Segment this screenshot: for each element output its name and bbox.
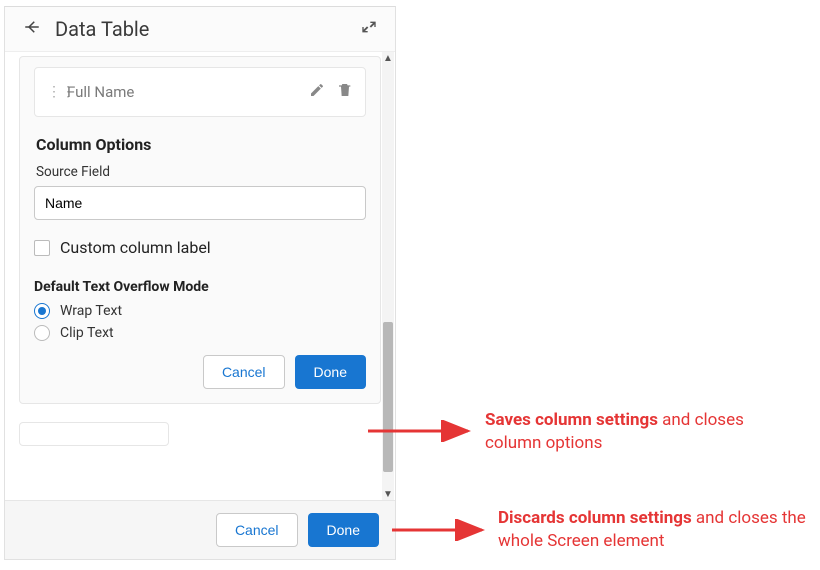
delete-icon[interactable]	[337, 82, 353, 102]
scroll-up-icon[interactable]: ▲	[382, 52, 394, 64]
panel-title: Data Table	[55, 17, 347, 41]
radio-clip[interactable]	[34, 325, 50, 341]
scrollbar-thumb[interactable]	[383, 322, 393, 472]
arrow-icon	[392, 519, 492, 541]
next-card-stub	[19, 422, 169, 446]
panel-done-button[interactable]: Done	[308, 513, 379, 547]
source-field-label: Source Field	[36, 164, 366, 180]
panel-scroll-area: ⋮⋮ Full Name Column Options Source Field	[5, 51, 395, 500]
radio-clip-label: Clip Text	[60, 325, 114, 341]
annotation-bottom: Discards column settings and closes the …	[498, 507, 818, 553]
column-options-heading: Column Options	[36, 135, 366, 154]
properties-panel: Data Table ⋮⋮ Full Name	[4, 6, 396, 560]
arrow-icon	[368, 420, 478, 442]
panel-header: Data Table	[5, 7, 395, 51]
radio-clip-row[interactable]: Clip Text	[34, 325, 366, 341]
panel-cancel-button[interactable]: Cancel	[216, 513, 298, 547]
custom-label-checkbox-label: Custom column label	[60, 238, 211, 257]
radio-wrap-row[interactable]: Wrap Text	[34, 303, 366, 319]
custom-label-checkbox[interactable]	[34, 240, 50, 256]
back-arrow-icon[interactable]	[23, 18, 41, 40]
column-done-button[interactable]: Done	[295, 355, 366, 389]
column-chip-title: Full Name	[67, 83, 299, 101]
drag-handle-icon[interactable]: ⋮⋮	[47, 85, 57, 99]
overflow-heading: Default Text Overflow Mode	[34, 279, 366, 295]
panel-footer: Cancel Done	[5, 500, 395, 559]
column-chip[interactable]: ⋮⋮ Full Name	[34, 67, 366, 117]
expand-icon[interactable]	[361, 19, 377, 39]
column-card: ⋮⋮ Full Name Column Options Source Field	[19, 56, 381, 404]
radio-wrap[interactable]	[34, 303, 50, 319]
radio-wrap-label: Wrap Text	[60, 303, 122, 319]
scroll-down-icon[interactable]: ▼	[382, 488, 394, 500]
edit-icon[interactable]	[309, 82, 325, 102]
column-cancel-button[interactable]: Cancel	[203, 355, 285, 389]
annotation-top: Saves column settings and closes column …	[485, 409, 795, 455]
source-field-input[interactable]	[34, 186, 366, 220]
